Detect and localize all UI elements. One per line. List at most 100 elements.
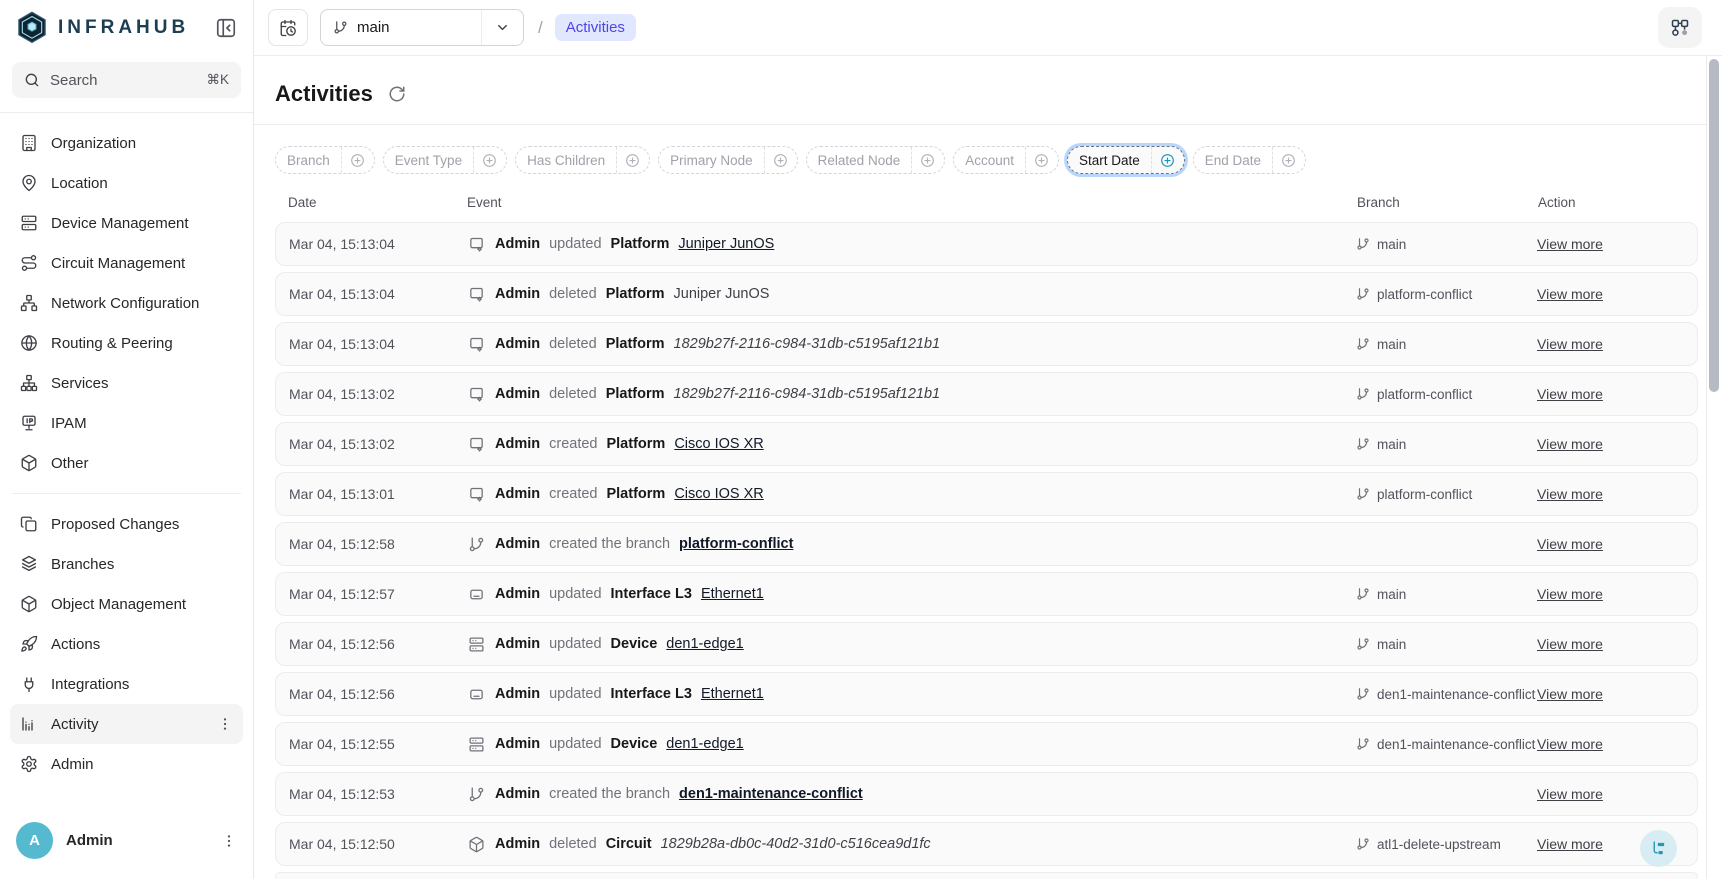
- view-more-link[interactable]: View more: [1537, 636, 1603, 652]
- search-input[interactable]: Search ⌘K: [12, 62, 241, 98]
- filter-chip[interactable]: Has Children: [515, 146, 650, 174]
- plus-circle-icon[interactable]: [1025, 147, 1058, 173]
- table-row[interactable]: Mar 04, 15:12:57 Admin updated Interface…: [275, 572, 1698, 616]
- table-row[interactable]: Mar 04, 15:12:50 Admin deleted Circuit 1…: [275, 822, 1698, 866]
- table-row[interactable]: Mar 04, 15:12:56 Admin updated Device de…: [275, 622, 1698, 666]
- sidebar-item[interactable]: Organization: [10, 123, 243, 163]
- row-action: View more: [1537, 336, 1697, 353]
- sidebar-item[interactable]: Activity: [10, 704, 243, 744]
- table-row[interactable]: Mar 04, 15:12:58 Admin created the branc…: [275, 522, 1698, 566]
- server-icon: [468, 736, 485, 753]
- sidebar-item[interactable]: Network Configuration: [10, 283, 243, 323]
- event-object-name[interactable]: den1-edge1: [666, 636, 743, 652]
- sidebar-item[interactable]: Object Management: [10, 584, 243, 624]
- table-row[interactable]: Mar 04, 15:12:55 Admin updated Device de…: [275, 722, 1698, 766]
- filter-chip[interactable]: End Date: [1193, 146, 1306, 174]
- header-divider: [254, 124, 1722, 125]
- breadcrumb-separator: /: [538, 18, 543, 38]
- event-object-name[interactable]: 1829b28a-db0c-40d2-31d0-c516cea9d1fc: [661, 836, 931, 852]
- branch-selector[interactable]: main: [320, 9, 524, 46]
- view-more-link[interactable]: View more: [1537, 586, 1603, 602]
- sidebar-item[interactable]: Device Management: [10, 203, 243, 243]
- event-object-name[interactable]: platform-conflict: [679, 536, 793, 552]
- sidebar-item[interactable]: Integrations: [10, 664, 243, 704]
- event-object-name[interactable]: Ethernet1: [701, 686, 764, 702]
- row-branch: main: [1356, 587, 1537, 602]
- sidebar-item[interactable]: Circuit Management: [10, 243, 243, 283]
- filter-chip[interactable]: Start Date: [1067, 146, 1185, 174]
- view-more-link[interactable]: View more: [1537, 436, 1603, 452]
- sidebar-item[interactable]: Admin: [10, 744, 243, 784]
- plus-circle-icon[interactable]: [911, 147, 944, 173]
- event-object-name[interactable]: Cisco IOS XR: [674, 436, 763, 452]
- plus-circle-icon[interactable]: [616, 147, 649, 173]
- view-more-link[interactable]: View more: [1537, 836, 1603, 852]
- event-object-name[interactable]: 1829b27f-2116-c984-31db-c5195af121b1: [674, 336, 941, 352]
- search-shortcut: ⌘K: [206, 72, 229, 88]
- sidebar-group-objects: Organization Location: [10, 123, 243, 483]
- view-more-link[interactable]: View more: [1537, 286, 1603, 302]
- sidebar-item[interactable]: Location: [10, 163, 243, 203]
- logo[interactable]: INFRAHUB: [16, 11, 189, 45]
- plus-circle-icon[interactable]: [1272, 147, 1305, 173]
- table-row[interactable]: Mar 04, 15:12:53 Admin created the branc…: [275, 772, 1698, 816]
- collapse-sidebar-icon[interactable]: [215, 17, 237, 39]
- scrollbar-thumb[interactable]: [1709, 59, 1719, 392]
- sidebar-item[interactable]: Actions: [10, 624, 243, 664]
- filter-chip[interactable]: Related Node: [806, 146, 946, 174]
- filter-chip[interactable]: Event Type: [383, 146, 507, 174]
- plus-circle-icon[interactable]: [341, 147, 374, 173]
- building-icon: [20, 134, 38, 152]
- sidebar-item[interactable]: Proposed Changes: [10, 504, 243, 544]
- sidebar-item[interactable]: Services: [10, 363, 243, 403]
- plus-circle-icon[interactable]: [1151, 147, 1184, 173]
- kebab-icon[interactable]: [217, 716, 233, 732]
- sidebar-item[interactable]: Other: [10, 443, 243, 483]
- view-more-link[interactable]: View more: [1537, 336, 1603, 352]
- table-row[interactable]: Mar 04, 15:12:56 Admin updated Interface…: [275, 672, 1698, 716]
- hierarchy-toggle-button[interactable]: [1640, 830, 1677, 867]
- view-more-link[interactable]: View more: [1537, 236, 1603, 252]
- event-object-name[interactable]: 1829b27f-2116-c984-31db-c5195af121b1: [674, 386, 941, 402]
- sidebar-item[interactable]: Branches: [10, 544, 243, 584]
- user-kebab-icon[interactable]: [221, 833, 237, 849]
- view-more-link[interactable]: View more: [1537, 786, 1603, 802]
- topbar: main / Activities: [254, 0, 1722, 56]
- branch-selector-caret[interactable]: [481, 10, 523, 45]
- event-object-name[interactable]: Juniper JunOS: [674, 286, 770, 302]
- table-row[interactable]: Mar 04, 15:13:04 Admin updated Platform …: [275, 222, 1698, 266]
- plus-circle-icon[interactable]: [473, 147, 506, 173]
- event-object-name[interactable]: Ethernet1: [701, 586, 764, 602]
- table-row[interactable]: Mar 04, 15:13:02 Admin created Platform …: [275, 422, 1698, 466]
- column-header-action: Action: [1538, 195, 1698, 210]
- interface-icon: [468, 686, 485, 703]
- breadcrumb-activities[interactable]: Activities: [555, 14, 636, 41]
- schema-visualizer-button[interactable]: [1658, 7, 1702, 48]
- view-more-link[interactable]: View more: [1537, 486, 1603, 502]
- row-date: Mar 04, 15:12:56: [276, 636, 468, 652]
- event-object-name[interactable]: den1-maintenance-conflict: [679, 786, 863, 802]
- event-object-name[interactable]: Juniper JunOS: [678, 236, 774, 252]
- row-branch: platform-conflict: [1356, 387, 1537, 402]
- filter-chip[interactable]: Primary Node: [658, 146, 798, 174]
- time-travel-button[interactable]: [268, 9, 308, 46]
- event-object-name[interactable]: Cisco IOS XR: [674, 486, 763, 502]
- filter-chip[interactable]: Branch: [275, 146, 375, 174]
- event-object-type: Interface L3: [611, 686, 692, 702]
- view-more-link[interactable]: View more: [1537, 536, 1603, 552]
- plus-circle-icon[interactable]: [764, 147, 797, 173]
- event-object-name[interactable]: den1-edge1: [666, 736, 743, 752]
- view-more-link[interactable]: View more: [1537, 736, 1603, 752]
- refresh-icon[interactable]: [388, 85, 406, 103]
- table-row[interactable]: Mar 04, 15:13:02 Admin deleted Platform …: [275, 372, 1698, 416]
- sidebar-item[interactable]: IPAM: [10, 403, 243, 443]
- view-more-link[interactable]: View more: [1537, 686, 1603, 702]
- view-more-link[interactable]: View more: [1537, 386, 1603, 402]
- table-row[interactable]: Mar 04, 15:13:04 Admin deleted Platform …: [275, 322, 1698, 366]
- filter-chip[interactable]: Account: [953, 146, 1059, 174]
- table-row[interactable]: Mar 04, 15:13:01 Admin created Platform …: [275, 472, 1698, 516]
- user-menu[interactable]: A Admin: [0, 808, 253, 879]
- sidebar-item[interactable]: Routing & Peering: [10, 323, 243, 363]
- table-row[interactable]: Mar 04, 15:13:04 Admin deleted Platform …: [275, 272, 1698, 316]
- cube-icon: [20, 454, 38, 472]
